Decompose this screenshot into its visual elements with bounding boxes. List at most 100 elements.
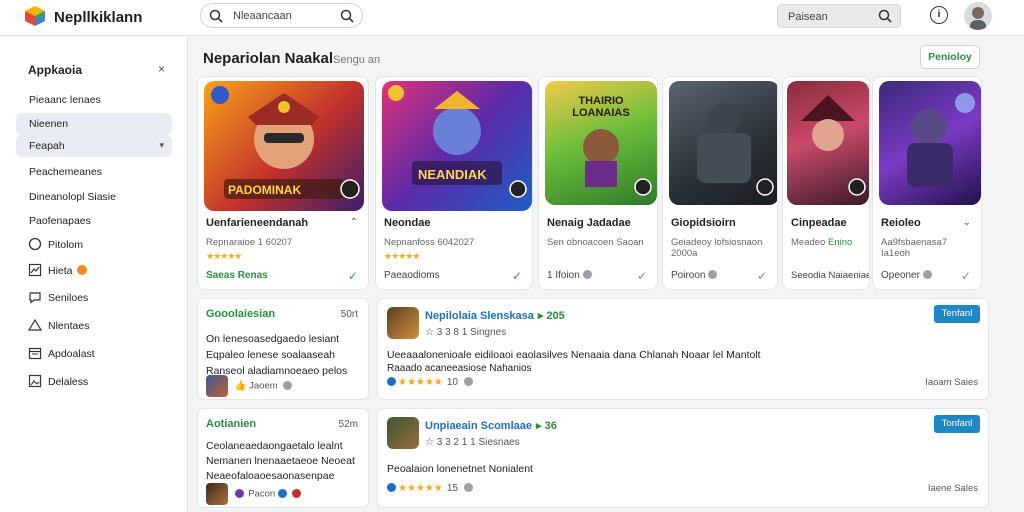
star-rating: ★★★★★ — [206, 251, 242, 261]
check-icon[interactable]: ✓ — [757, 269, 767, 283]
card-subtitle-2: 2000a — [671, 248, 698, 259]
panel-line: Ceolaneaedaongaetalo lealnt — [206, 440, 343, 452]
check-icon[interactable]: ✓ — [961, 269, 971, 283]
game-thumbnail[interactable]: PADOMINAK — [204, 81, 364, 211]
triangle-icon — [28, 318, 42, 331]
game-thumbnail[interactable] — [669, 81, 777, 205]
search-icon — [209, 9, 223, 23]
panel-meta: 52m — [338, 419, 358, 430]
sidebar-item[interactable]: Delaless — [16, 371, 172, 393]
user-avatar[interactable] — [964, 2, 992, 30]
card-subtitle: Geiadeoy lofsiosnaon — [671, 237, 763, 248]
review-panel[interactable]: Unpiaeain Scomlaae ▸ 36 ☆ 3 3 2 1 1 Siesn… — [377, 408, 989, 508]
review-panel[interactable]: Gooolaiesian 50rt On lenesoasedgaedo les… — [197, 298, 369, 400]
review-rating: ☆ 3 3 8 1 Singnes — [425, 327, 507, 338]
game-thumbnail[interactable] — [787, 81, 869, 205]
game-card[interactable]: PADOMINAK Uenfarieneendanah ⌃ Repnaraioe… — [197, 76, 369, 290]
search-input[interactable]: Nleaancaan — [200, 3, 363, 28]
panel-title: Gooolaiesian — [206, 308, 276, 320]
sidebar-item-label: Delaless — [48, 376, 89, 388]
review-rating: ☆ 3 3 2 1 1 Siesnaes — [425, 437, 520, 448]
panel-line: On lenesoasedgaedo lesiant — [206, 333, 340, 345]
alert-icon[interactable] — [291, 488, 301, 498]
panel-footer: Pacon — [206, 483, 303, 505]
sidebar-item-label: Apdoalast — [48, 348, 95, 360]
close-icon[interactable]: × — [158, 62, 165, 76]
search-text: Nleaancaan — [233, 10, 292, 22]
thumbnail-caption: NEANDIAK — [418, 167, 487, 182]
game-thumbnail[interactable]: NEANDIAK — [382, 81, 532, 211]
card-subtitle-2: Ia1eoh — [881, 248, 911, 259]
search-icon[interactable] — [878, 9, 892, 23]
user-icon — [234, 488, 244, 498]
card-footer: 1 Ifoion — [547, 270, 592, 281]
chat-icon — [29, 292, 41, 304]
section-action-button[interactable]: Penioloy — [920, 45, 980, 69]
review-body: Peoalaion lonenetnet Nonialent — [387, 463, 533, 475]
sidebar-item[interactable]: Pieaanc lenaes — [16, 89, 172, 111]
review-date: Iaoam Saies — [925, 377, 978, 388]
card-subtitle: Sen obnoacoen Saoan — [547, 237, 644, 248]
game-card[interactable]: Reioleo ⌄ Aa9fsbaenasa7 Ia1eoh Opeoner ✓ — [872, 76, 982, 290]
card-subtitle: Nepnanfoss 6042027 — [384, 237, 475, 248]
thumbs-up-icon[interactable]: 👍 — [235, 381, 247, 392]
review-panel[interactable]: Nepilolaia Slenskasa ▸ 205 ☆ 3 3 8 1 Sing… — [377, 298, 989, 400]
sidebar-item[interactable]: Apdoalast — [16, 343, 172, 365]
sidebar-item-label: Nlentaes — [48, 320, 90, 332]
card-footer: Opeoner — [881, 270, 932, 281]
info-dot-icon — [387, 483, 396, 492]
chevron-down-icon[interactable]: ⌄ — [963, 217, 971, 228]
sidebar-item[interactable]: Feapah ▾ — [16, 135, 172, 157]
panel-line: Eqpaleo lenese soalaaseah — [206, 349, 336, 361]
game-thumbnail[interactable] — [879, 81, 981, 205]
sidebar-item[interactable]: Peachemeanes — [16, 161, 172, 183]
sidebar-item[interactable]: Seniloes — [16, 287, 172, 309]
star-rating: ★★★★★ 15 — [387, 483, 473, 494]
game-art-icon — [801, 95, 866, 196]
info-dot-icon — [387, 377, 396, 386]
review-title[interactable]: Nepilolaia Slenskasa ▸ 205 — [425, 309, 565, 322]
app-logo-icon[interactable] — [24, 5, 46, 27]
avatar — [387, 307, 419, 339]
follow-button[interactable]: Tonfanl — [934, 415, 980, 433]
card-footer: Seeodia Naiaeniae — [791, 270, 870, 281]
sidebar-item[interactable]: Nlentaes — [16, 315, 172, 337]
sidebar-item[interactable]: Pitolom — [16, 234, 172, 256]
secondary-search-input[interactable]: Paisean — [777, 4, 901, 28]
game-card[interactable]: Giopidsioirn Geiadeoy lofsiosnaon 2000a … — [662, 76, 778, 290]
follow-button[interactable]: Tenfanl — [934, 305, 980, 323]
sidebar-title: Appkaoia — [28, 63, 83, 77]
chevron-up-icon[interactable]: ⌃ — [350, 217, 358, 228]
sidebar-item[interactable]: Paofenapaes — [16, 210, 172, 232]
sidebar-item-label: Peachemeanes — [29, 166, 102, 178]
card-footer: Poiroon — [671, 270, 718, 281]
review-body: Ueeaaalonenioale eidiloaoi eaolasilves N… — [387, 349, 761, 361]
game-card[interactable]: Cinpeadae Meadeo Enino Seeodia Naiaeniae — [782, 76, 870, 290]
info-dot-icon — [277, 488, 287, 498]
sidebar: Appkaoia × Pieaanc lenaes Nieenen Feapah… — [0, 37, 188, 512]
check-icon[interactable]: ✓ — [348, 269, 358, 283]
card-title: Nenaig Jadadae — [547, 217, 631, 229]
card-subtitle: Repnaraioe 1 60207 — [206, 237, 293, 248]
notification-badge — [76, 265, 87, 275]
info-icon[interactable]: i — [930, 6, 948, 24]
search-submit-icon[interactable] — [340, 9, 354, 23]
image-icon — [28, 374, 42, 388]
card-subtitle: Meadeo Enino — [791, 237, 853, 248]
sidebar-item-label: Nieenen — [29, 118, 69, 130]
check-icon[interactable]: ✓ — [637, 269, 647, 283]
game-art-icon — [388, 85, 527, 198]
game-card[interactable]: THAIRIO LOANAIAS Nenaig Jadadae Sen obno… — [538, 76, 658, 290]
game-art-icon — [907, 93, 975, 187]
review-panel[interactable]: Aotianien 52m Ceolaneaedaongaetalo lealn… — [197, 408, 369, 508]
card-title: Uenfarieneendanah — [206, 217, 309, 229]
sidebar-item[interactable]: Nieenen — [16, 113, 172, 135]
secondary-search-text: Paisean — [788, 11, 828, 23]
game-card[interactable]: NEANDIAK Neondae Nepnanfoss 6042027 ★★★★… — [375, 76, 533, 290]
panel-line: Neaeofaloaoesaonasenpae — [206, 470, 335, 482]
sidebar-item[interactable]: Hieta — [16, 260, 172, 282]
game-thumbnail[interactable]: THAIRIO LOANAIAS — [545, 81, 657, 205]
sidebar-item[interactable]: Dineanolopl Siasie — [16, 186, 172, 208]
review-title[interactable]: Unpiaeain Scomlaae ▸ 36 — [425, 419, 557, 432]
check-icon[interactable]: ✓ — [512, 269, 522, 283]
